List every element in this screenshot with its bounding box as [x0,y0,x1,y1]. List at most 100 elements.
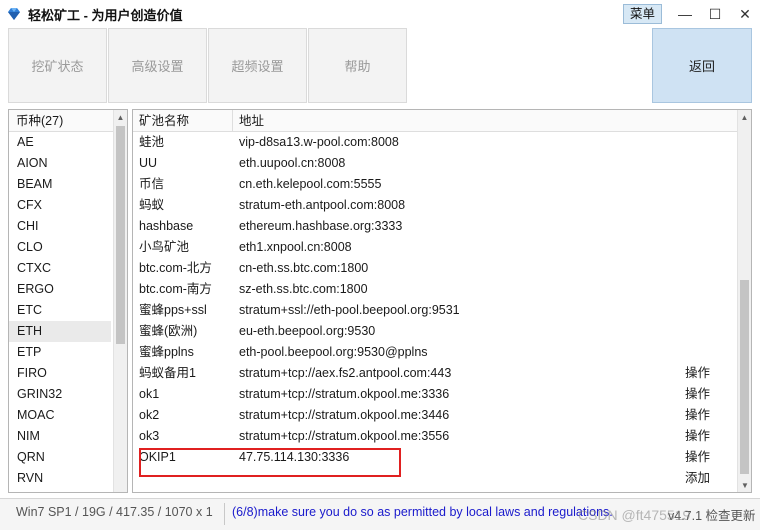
scroll-thumb[interactable] [116,126,125,344]
window-title: 轻松矿工 - 为用户创造价值 [28,7,183,23]
pool-name: 小鸟矿池 [139,240,190,254]
toolbar: 挖矿状态 高级设置 超频设置 帮助 返回 [8,28,752,104]
table-row[interactable]: ok2 stratum+tcp://stratum.okpool.me:3446 操… [133,405,737,426]
coin-item[interactable]: ERGO [9,279,111,300]
coin-list-header: 币种(27) [9,110,115,132]
pool-table-header: 矿池名称 地址 [133,110,737,132]
coin-item[interactable]: GRIN32 [9,384,111,405]
pool-name: UU [139,156,158,170]
column-header-address: 地址 [239,114,265,128]
status-divider [224,503,225,525]
title-bar: 轻松矿工 - 为用户创造价值 菜单 — ☐ ✕ [0,0,760,28]
pool-address: stratum+tcp://stratum.okpool.me:3336 [239,387,450,401]
coin-item[interactable]: CHI [9,216,111,237]
coin-item[interactable]: CFX [9,195,111,216]
scroll-up-icon[interactable]: ▲ [114,110,127,124]
column-divider [232,110,233,132]
coin-item[interactable]: ETC [9,300,111,321]
watermark: CSDN @ft475519 [578,507,691,523]
mining-status-button[interactable]: 挖矿状态 [8,28,107,103]
overclock-settings-button[interactable]: 超频设置 [208,28,307,103]
pool-name: 蜜蜂pplns [139,345,194,359]
status-message[interactable]: (6/8)make sure you do so as permitted by… [232,505,613,519]
pool-action-link[interactable]: 操作 [685,363,710,384]
table-row[interactable]: 蜜蜂pplns eth-pool.beepool.org:9530@pplns [133,342,737,363]
table-row[interactable]: 蚂蚁 stratum-eth.antpool.com:8008 [133,195,737,216]
table-row[interactable]: 币信 cn.eth.kelepool.com:5555 [133,174,737,195]
pool-name: 蚂蚁备用1 [139,366,196,380]
pool-action-link[interactable]: 操作 [685,384,710,405]
pool-address: eth-pool.beepool.org:9530@pplns [239,345,428,359]
coin-item[interactable]: CTXC [9,258,111,279]
coin-item[interactable]: NIM [9,426,111,447]
coin-item[interactable]: BEAM [9,174,111,195]
table-row[interactable]: 蛙池 vip-d8sa13.w-pool.com:8008 [133,132,737,153]
pool-name: btc.com-北方 [139,261,212,275]
pool-address: stratum-eth.antpool.com:8008 [239,198,406,212]
pool-address: stratum+tcp://aex.fs2.antpool.com:443 [239,366,452,380]
system-info: Win7 SP1 / 19G / 417.35 / 1070 x 1 [16,505,213,519]
coin-item[interactable]: ETH [9,321,111,342]
pool-address: ethereum.hashbase.org:3333 [239,219,403,233]
close-icon[interactable]: ✕ [730,0,760,28]
table-row[interactable]: 蜜蜂(欧洲) eu-eth.beepool.org:9530 [133,321,737,342]
pool-address: cn.eth.kelepool.com:5555 [239,177,382,191]
pool-name: ok2 [139,408,160,422]
scroll-up-icon[interactable]: ▲ [738,110,751,124]
coin-item[interactable]: ETP [9,342,111,363]
coin-item[interactable]: QRN [9,447,111,468]
table-row[interactable]: 蚂蚁备用1 stratum+tcp://aex.fs2.antpool.com:4… [133,363,737,384]
advanced-settings-button[interactable]: 高级设置 [108,28,207,103]
coin-item[interactable]: AE [9,132,111,153]
pool-name: 币信 [139,177,165,191]
diamond-icon [8,8,20,20]
table-row[interactable]: 小鸟矿池 eth1.xnpool.cn:8008 [133,237,737,258]
pool-name: 蜜蜂pps+ssl [139,303,207,317]
table-row[interactable]: ok1 stratum+tcp://stratum.okpool.me:3336 操… [133,384,737,405]
pool-address: stratum+tcp://stratum.okpool.me:3446 [239,408,450,422]
minimize-icon[interactable]: — [670,0,700,28]
maximize-icon[interactable]: ☐ [700,0,730,28]
menu-button[interactable]: 菜单 [622,4,662,24]
pool-address: eu-eth.beepool.org:9530 [239,324,376,338]
pool-address: stratum+ssl://eth-pool.beepool.org:9531 [239,303,460,317]
pool-name: btc.com-南方 [139,282,212,296]
pool-address: eth1.xnpool.cn:8008 [239,240,352,254]
pool-action-link[interactable]: 操作 [685,447,710,468]
pool-name: 蚂蚁 [139,198,165,212]
table-row[interactable]: 蜜蜂pps+ssl stratum+ssl://eth-pool.beepool.… [133,300,737,321]
coin-item[interactable]: RVN [9,468,111,489]
pool-name: ok1 [139,387,160,401]
coin-item[interactable]: MOAC [9,405,111,426]
table-row[interactable]: ok3 stratum+tcp://stratum.okpool.me:3556 操… [133,426,737,447]
coin-item[interactable]: CLO [9,237,111,258]
pool-address: cn-eth.ss.btc.com:1800 [239,261,369,275]
pool-action-link[interactable]: 操作 [685,426,710,447]
coin-list: 币种(27) AE AION BEAM CFX CHI CLO CTXC ERGO ETC ETH… [8,109,128,493]
pool-table-scrollbar[interactable]: ▲ ▼ [737,110,751,492]
pool-table: 矿池名称 地址 蛙池 vip-d8sa13.w-pool.com:8008 UU et… [132,109,752,493]
scroll-thumb[interactable] [740,280,749,474]
pool-address: vip-d8sa13.w-pool.com:8008 [239,135,399,149]
help-button[interactable]: 帮助 [308,28,407,103]
pool-address: stratum+tcp://stratum.okpool.me:3556 [239,429,450,443]
coin-list-scrollbar[interactable]: ▲ [113,110,127,492]
pool-address: eth.uupool.cn:8008 [239,156,346,170]
highlight-box [139,448,401,477]
table-row[interactable]: UU eth.uupool.cn:8008 [133,153,737,174]
table-row[interactable]: btc.com-南方 sz-eth.ss.btc.com:1800 [133,279,737,300]
scroll-down-icon[interactable]: ▼ [738,478,751,492]
coin-item[interactable]: AION [9,153,111,174]
pool-name: 蜜蜂(欧洲) [139,324,198,338]
add-pool-link[interactable]: 添加 [685,468,710,489]
pool-address: sz-eth.ss.btc.com:1800 [239,282,368,296]
pool-name: hashbase [139,219,194,233]
pool-name: ok3 [139,429,160,443]
coin-item[interactable]: FIRO [9,363,111,384]
table-row[interactable]: hashbase ethereum.hashbase.org:3333 [133,216,737,237]
back-button[interactable]: 返回 [652,28,752,103]
pool-name: 蛙池 [139,135,165,149]
pool-action-link[interactable]: 操作 [685,405,710,426]
table-row[interactable]: btc.com-北方 cn-eth.ss.btc.com:1800 [133,258,737,279]
column-header-name: 矿池名称 [139,114,190,128]
